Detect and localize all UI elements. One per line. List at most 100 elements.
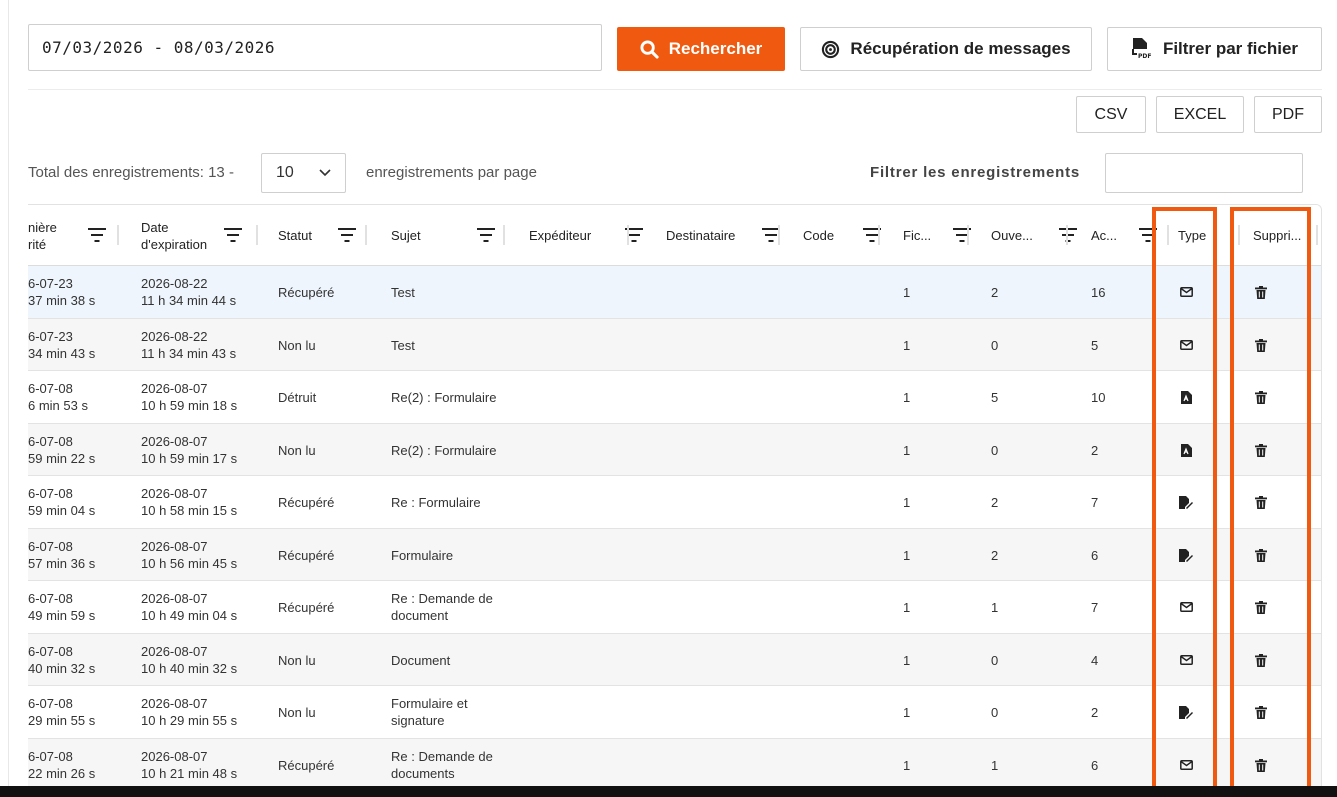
column-separator[interactable] [967, 225, 969, 245]
cell-subject-line1: Re : Demande de [391, 591, 493, 606]
trash-icon[interactable] [1253, 337, 1269, 353]
column-header-destinataire[interactable]: Destinataire [666, 205, 792, 266]
column-separator[interactable] [1316, 225, 1318, 245]
column-header-supprimer[interactable]: Suppri... [1253, 205, 1321, 266]
cell-first-date-line2: 6 min 53 s [28, 398, 88, 413]
cell-expiration-date-line2: 10 h 56 min 45 s [141, 556, 238, 571]
table-row[interactable]: 6-07-08 29 min 55 s 2026-08-07 10 h 29 min … [28, 686, 1321, 739]
cell-files: 1 [903, 653, 911, 668]
cell-first-date-line1: 6-07-23 [28, 276, 73, 291]
cell-first-date: 6-07-08 29 min 55 s [28, 695, 95, 729]
table-row[interactable]: 6-07-08 57 min 36 s 2026-08-07 10 h 56 min … [28, 529, 1321, 581]
column-header-type[interactable]: Type [1178, 205, 1238, 266]
column-separator[interactable] [627, 225, 629, 245]
trash-icon[interactable] [1253, 599, 1269, 615]
cell-expiration-date: 2026-08-07 10 h 56 min 45 s [141, 538, 237, 572]
cell-expiration-date-line2: 11 h 34 min 43 s [141, 346, 237, 361]
cell-expiration-date-line1: 2026-08-07 [141, 539, 208, 554]
trash-icon[interactable] [1253, 284, 1269, 300]
chevron-down-icon [319, 164, 331, 182]
column-separator[interactable] [1238, 225, 1240, 245]
envelope-icon [1178, 599, 1194, 615]
cell-expiration-date: 2026-08-07 10 h 21 min 48 s [141, 748, 237, 782]
cell-first-date: 6-07-08 59 min 22 s [28, 433, 95, 467]
search-button[interactable]: Rechercher [617, 27, 785, 71]
filter-icon[interactable] [477, 228, 495, 245]
column-separator[interactable] [1066, 225, 1068, 245]
table-header: nière rité Date d'expiration Statut Sujet Expé… [28, 205, 1321, 266]
column-header-acces[interactable]: Ac... [1091, 205, 1169, 266]
trash-icon[interactable] [1253, 547, 1269, 563]
cell-expiration-date-line1: 2026-08-07 [141, 381, 208, 396]
search-icon [640, 39, 659, 59]
column-header-label-line1: Type [1178, 228, 1207, 243]
filter-icon[interactable] [1139, 228, 1157, 245]
table-row[interactable]: 6-07-08 59 min 04 s 2026-08-07 10 h 58 min … [28, 476, 1321, 529]
trash-icon[interactable] [1253, 442, 1269, 458]
column-header-sujet[interactable]: Sujet [391, 205, 507, 266]
column-header-label-line1: Destinataire [666, 228, 736, 243]
filter-records-input[interactable] [1105, 153, 1303, 193]
filter-icon[interactable] [224, 228, 242, 245]
cell-first-date: 6-07-08 40 min 32 s [28, 643, 95, 677]
column-header-label: Expéditeur [529, 227, 591, 244]
cell-first-date-line1: 6-07-08 [28, 381, 73, 396]
cell-first-date: 6-07-08 6 min 53 s [28, 380, 88, 414]
column-header-label: Suppri... [1253, 227, 1301, 244]
trash-icon[interactable] [1253, 757, 1269, 773]
column-separator[interactable] [878, 225, 880, 245]
cell-first-date-line2: 57 min 36 s [28, 556, 96, 571]
table-row[interactable]: 6-07-08 49 min 59 s 2026-08-07 10 h 49 min … [28, 581, 1321, 634]
cell-status: Récupéré [278, 548, 335, 563]
cell-expiration-date: 2026-08-22 11 h 34 min 44 s [141, 275, 236, 309]
per-page-text: enregistrements par page [366, 164, 537, 181]
column-header-statut[interactable]: Statut [278, 205, 368, 266]
cell-subject: Formulaire [391, 547, 453, 564]
filter-icon[interactable] [88, 228, 106, 245]
filter-by-file-button[interactable]: PDF Filtrer par fichier [1107, 27, 1322, 71]
table-row[interactable]: 6-07-23 37 min 38 s 2026-08-22 11 h 34 min … [28, 266, 1321, 319]
export-excel-button[interactable]: EXCEL [1156, 96, 1244, 133]
date-range-input[interactable]: 07/03/2026 - 08/03/2026 [28, 24, 602, 71]
column-header-premiere[interactable]: nière rité [28, 205, 118, 266]
export-pdf-button[interactable]: PDF [1254, 96, 1322, 133]
column-separator[interactable] [256, 225, 258, 245]
filter-icon[interactable] [1059, 228, 1077, 245]
cell-access: 2 [1091, 443, 1099, 458]
table-row[interactable]: 6-07-08 6 min 53 s 2026-08-07 10 h 59 min 1… [28, 371, 1321, 424]
column-separator[interactable] [778, 225, 780, 245]
column-header-fichiers[interactable]: Fic... [903, 205, 983, 266]
table-row[interactable]: 6-07-08 40 min 32 s 2026-08-07 10 h 40 min … [28, 634, 1321, 686]
cell-status: Récupéré [278, 495, 335, 510]
column-separator[interactable] [503, 225, 505, 245]
column-separator[interactable] [1167, 225, 1169, 245]
cell-expiration-date-line1: 2026-08-22 [141, 329, 208, 344]
trash-icon[interactable] [1253, 389, 1269, 405]
per-page-select[interactable]: 10 [261, 153, 346, 193]
message-recovery-button[interactable]: Récupération de messages [800, 27, 1092, 71]
cell-subject-line1: Formulaire [391, 548, 454, 563]
cell-access: 6 [1091, 758, 1099, 773]
column-header-label-line1: Fic... [903, 228, 932, 243]
trash-icon[interactable] [1253, 652, 1269, 668]
trash-icon[interactable] [1253, 704, 1269, 720]
table-row[interactable]: 6-07-08 22 min 26 s 2026-08-07 10 h 21 min … [28, 739, 1321, 791]
column-header-ouvertures[interactable]: Ouve... [991, 205, 1089, 266]
column-header-expiration[interactable]: Date d'expiration [141, 205, 254, 266]
column-header-label: Destinataire [666, 227, 735, 244]
column-separator[interactable] [117, 225, 119, 245]
filter-icon[interactable] [338, 228, 356, 245]
column-header-expediteur[interactable]: Expéditeur [529, 205, 655, 266]
column-separator[interactable] [365, 225, 367, 245]
column-header-label-line1: Suppri... [1253, 228, 1302, 243]
cell-expiration-date-line2: 10 h 59 min 18 s [141, 398, 238, 413]
export-csv-button[interactable]: CSV [1076, 96, 1146, 133]
column-header-label: nière rité [28, 219, 57, 253]
table-row[interactable]: 6-07-23 34 min 43 s 2026-08-22 11 h 34 min … [28, 319, 1321, 371]
svg-text:PDF: PDF [1138, 53, 1151, 60]
trash-icon[interactable] [1253, 494, 1269, 510]
table-row[interactable]: 6-07-08 59 min 22 s 2026-08-07 10 h 59 min … [28, 424, 1321, 476]
cell-expiration-date: 2026-08-22 11 h 34 min 43 s [141, 328, 236, 362]
column-header-label-line2: d'expiration [141, 236, 208, 252]
column-header-label-line1: Sujet [391, 228, 421, 243]
